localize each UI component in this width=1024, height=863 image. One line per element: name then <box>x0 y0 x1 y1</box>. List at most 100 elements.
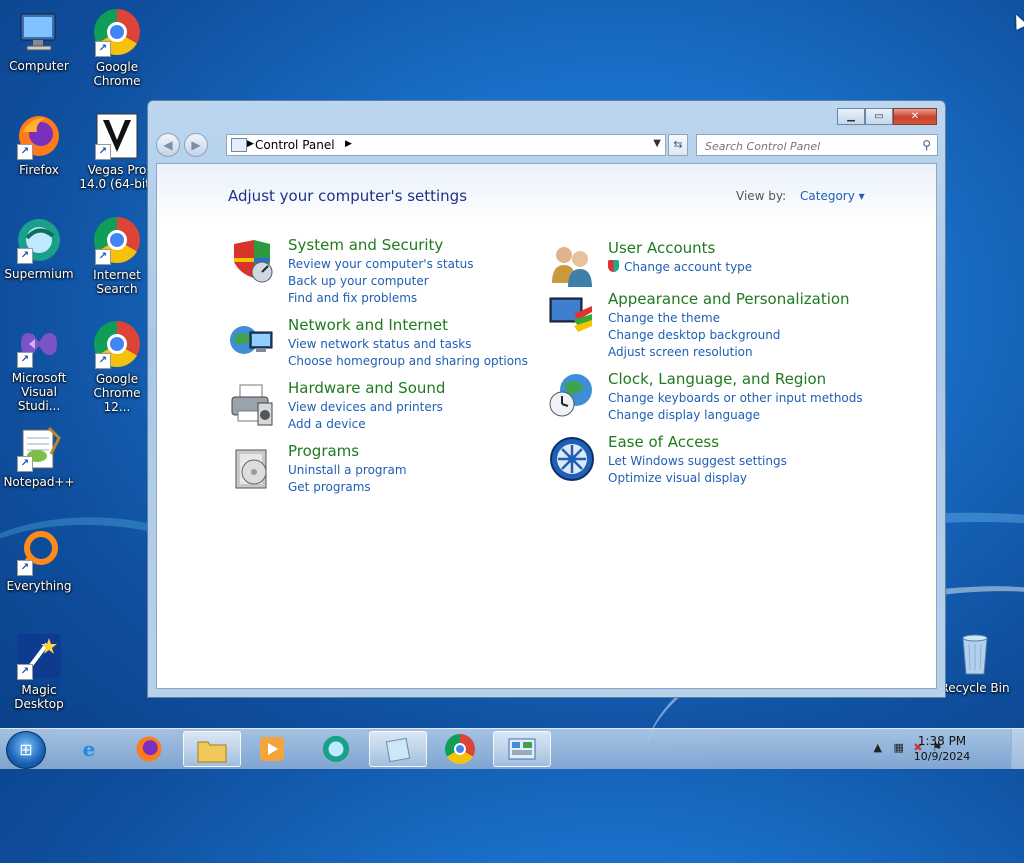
firefox-icon: ↗ <box>15 112 63 160</box>
search-icon[interactable]: ⚲ <box>922 138 931 152</box>
link-devices-printers[interactable]: View devices and printers <box>288 399 443 416</box>
breadcrumb-arrow-icon[interactable]: ▶ <box>345 139 352 149</box>
taskbar-chrome[interactable] <box>431 731 489 767</box>
show-hidden-icons-icon[interactable]: ▲ <box>874 741 882 754</box>
category-title[interactable]: Programs <box>288 442 359 460</box>
link-display-language[interactable]: Change display language <box>608 407 863 424</box>
chrome-icon: ↗ <box>93 321 141 369</box>
show-desktop-button[interactable] <box>1011 729 1024 769</box>
taskbar-firefox[interactable] <box>120 731 178 767</box>
link-review-status[interactable]: Review your computer's status <box>288 256 474 273</box>
link-screen-resolution[interactable]: Adjust screen resolution <box>608 344 780 361</box>
category-title[interactable]: Appearance and Personalization <box>608 290 850 308</box>
view-by-label: View by: <box>736 189 787 203</box>
control-panel-icon <box>231 138 247 152</box>
desktop-icon-recycle-bin[interactable]: Recycle Bin <box>937 630 1013 695</box>
mouse-cursor-icon <box>1010 12 1024 30</box>
notepadpp-icon: ↗ <box>15 424 63 472</box>
search-box[interactable]: ⚲ <box>696 134 938 156</box>
view-by-dropdown[interactable]: Category ▾ <box>800 189 865 203</box>
category-title[interactable]: Clock, Language, and Region <box>608 370 826 388</box>
taskbar-internet-explorer[interactable]: e <box>60 731 118 767</box>
network-icon <box>228 318 276 366</box>
shield-icon <box>228 238 276 286</box>
desktop-icon-google-chrome[interactable]: ↗ Google Chrome <box>79 8 155 88</box>
recycle-bin-icon <box>951 630 999 678</box>
forward-button[interactable]: ▶ <box>184 133 208 157</box>
desktop-icon-notepadpp[interactable]: ↗ Notepad++ <box>1 424 77 489</box>
category-title[interactable]: System and Security <box>288 236 443 254</box>
desktop-icon-magic-desktop[interactable]: ↗ Magic Desktop <box>1 632 77 711</box>
link-desktop-background[interactable]: Change desktop background <box>608 327 780 344</box>
view-by-value[interactable]: Category <box>800 189 855 203</box>
network-tray-icon[interactable]: ▦ <box>894 741 904 754</box>
desktop-icon-everything[interactable]: ↗ Everything <box>1 528 77 593</box>
firefox-icon <box>136 736 162 762</box>
navigation-bar: ◀ ▶ ▶ Control Panel ▶ ▼ ⇆ ⚲ <box>156 131 938 157</box>
desktop-icon-supermium[interactable]: ↗ Supermium <box>1 216 77 281</box>
clock-time: 1:38 PM <box>917 734 967 748</box>
link-network-status[interactable]: View network status and tasks <box>288 336 528 353</box>
desktop-icon-internet-search[interactable]: ↗ Internet Search <box>79 216 155 296</box>
visual-studio-icon: ↗ <box>15 320 63 368</box>
window-controls: ▁ ▭ ✕ <box>837 108 937 125</box>
link-windows-suggest[interactable]: Let Windows suggest settings <box>608 453 787 470</box>
address-bar[interactable]: ▶ Control Panel ▶ ▼ <box>226 134 666 156</box>
vegas-icon: ↗ <box>93 112 141 160</box>
taskbar-file-explorer[interactable] <box>183 731 241 767</box>
desktop-icon-vegas-pro[interactable]: ↗ Vegas Pro 14.0 (64-bit) <box>79 112 155 191</box>
taskbar-supermium[interactable] <box>307 731 365 767</box>
maximize-button[interactable]: ▭ <box>865 108 893 125</box>
app-icon <box>385 737 411 763</box>
page-title: Adjust your computer's settings <box>228 187 468 205</box>
taskbar: ⊞ e ▲ ▦ ✖ ⚑ 1:38 PM 10/9/2024 <box>0 728 1024 769</box>
taskbar-media-player[interactable] <box>243 731 301 767</box>
chrome-icon <box>445 734 475 764</box>
desktop-icon-firefox[interactable]: ↗ Firefox <box>1 112 77 177</box>
taskbar-clock[interactable]: 1:38 PM 10/9/2024 <box>912 734 972 764</box>
control-panel-window[interactable]: ▁ ▭ ✕ ◀ ▶ ▶ Control Panel ▶ ▼ ⇆ ⚲ Adjust… <box>147 100 946 698</box>
breadcrumb-control-panel[interactable]: Control Panel <box>255 138 335 152</box>
taskbar-app[interactable] <box>369 731 427 767</box>
folder-icon <box>197 741 227 763</box>
supermium-icon: ↗ <box>15 216 63 264</box>
refresh-button[interactable]: ⇆ <box>668 134 688 156</box>
users-icon <box>548 241 596 289</box>
ie-icon: e <box>82 737 96 761</box>
link-uninstall[interactable]: Uninstall a program <box>288 462 407 479</box>
supermium-icon <box>322 735 350 763</box>
desktop-icon-google-chrome-12[interactable]: ↗ Google Chrome 12... <box>79 320 155 414</box>
everything-icon: ↗ <box>15 528 63 576</box>
search-input[interactable] <box>703 136 917 156</box>
clock-globe-icon <box>548 372 596 420</box>
start-button[interactable]: ⊞ <box>6 731 46 769</box>
appearance-icon <box>548 292 596 340</box>
link-get-programs[interactable]: Get programs <box>288 479 407 496</box>
taskbar-control-panel[interactable] <box>493 731 551 767</box>
category-title[interactable]: Network and Internet <box>288 316 448 334</box>
link-keyboards[interactable]: Change keyboards or other input methods <box>608 390 863 407</box>
link-fix-problems[interactable]: Find and fix problems <box>288 290 474 307</box>
category-title[interactable]: User Accounts <box>608 239 715 257</box>
desktop-icon-visual-studio[interactable]: ↗ Microsoft Visual Studi... <box>1 320 77 413</box>
breadcrumb-arrow-icon: ▶ <box>247 139 254 149</box>
chrome-icon: ↗ <box>93 217 141 265</box>
minimize-button[interactable]: ▁ <box>837 108 865 125</box>
view-by: View by: Category ▾ <box>736 189 865 203</box>
clock-date: 10/9/2024 <box>913 750 971 763</box>
control-panel-content: Adjust your computer's settings View by:… <box>156 163 937 689</box>
link-change-theme[interactable]: Change the theme <box>608 310 780 327</box>
address-dropdown-icon[interactable]: ▼ <box>653 138 661 149</box>
back-button[interactable]: ◀ <box>156 133 180 157</box>
link-change-account-type[interactable]: Change account type <box>608 259 752 276</box>
control-panel-icon <box>508 738 536 760</box>
link-homegroup[interactable]: Choose homegroup and sharing options <box>288 353 528 370</box>
desktop-icon-computer[interactable]: Computer <box>1 8 77 73</box>
ease-of-access-icon <box>548 435 596 483</box>
close-button[interactable]: ✕ <box>893 108 937 125</box>
link-optimize-display[interactable]: Optimize visual display <box>608 470 787 487</box>
category-title[interactable]: Hardware and Sound <box>288 379 445 397</box>
link-add-device[interactable]: Add a device <box>288 416 443 433</box>
link-back-up[interactable]: Back up your computer <box>288 273 474 290</box>
category-title[interactable]: Ease of Access <box>608 433 719 451</box>
